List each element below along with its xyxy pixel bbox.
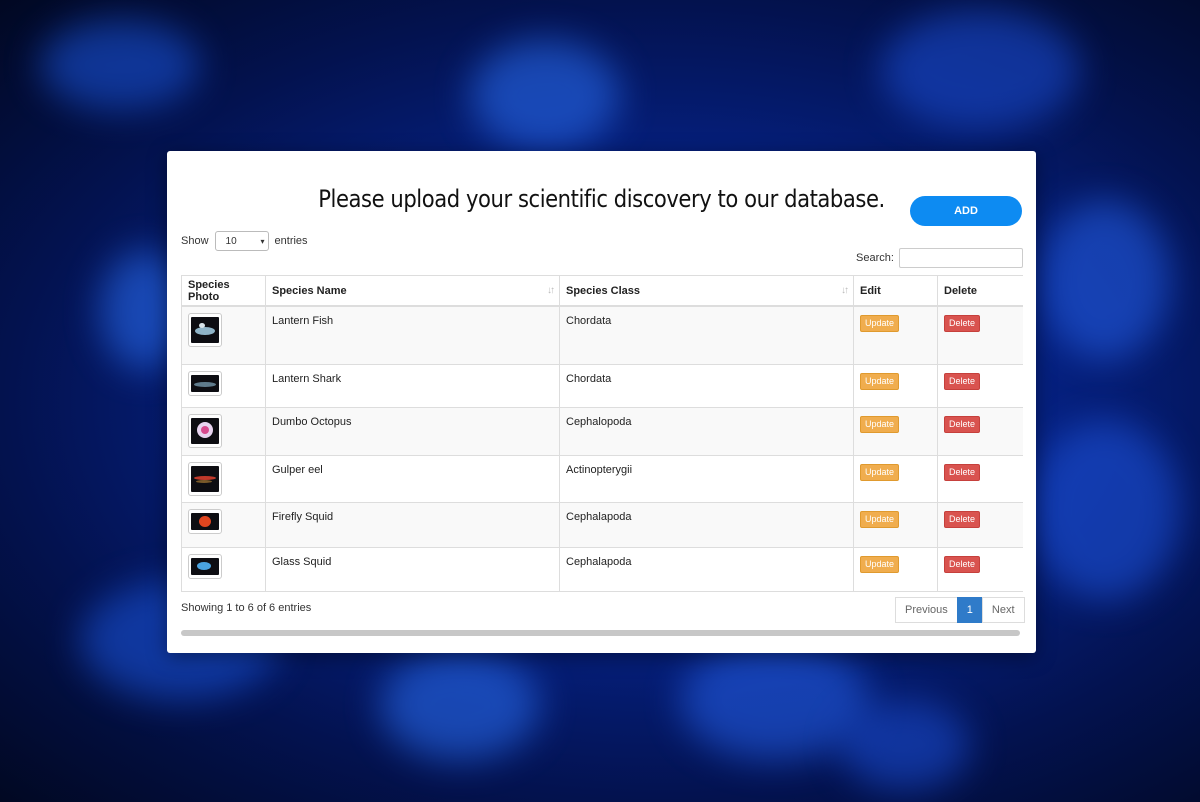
update-button[interactable]: Update bbox=[860, 372, 900, 390]
update-button[interactable]: Update bbox=[860, 510, 900, 528]
delete-button[interactable]: Delete bbox=[944, 372, 981, 390]
header-species-name[interactable]: Species Name ↓↑ bbox=[265, 275, 560, 307]
search-control: Search: bbox=[856, 248, 1023, 268]
species-class: Chordata bbox=[559, 364, 854, 408]
previous-page-button[interactable]: Previous bbox=[895, 597, 958, 623]
species-name: Lantern Fish bbox=[265, 306, 560, 365]
delete-button[interactable]: Delete bbox=[944, 315, 981, 332]
delete-button[interactable]: Delete bbox=[944, 463, 981, 481]
update-button[interactable]: Update bbox=[860, 463, 900, 481]
table-row: Firefly Squid Cephalapoda Update Delete bbox=[181, 502, 1023, 548]
species-class: Cephalapoda bbox=[559, 547, 854, 592]
next-page-button[interactable]: Next bbox=[981, 597, 1025, 623]
delete-button[interactable]: Delete bbox=[944, 510, 981, 528]
pagination: Previous 1 Next bbox=[895, 597, 1025, 623]
table-info: Showing 1 to 6 of 6 entries bbox=[181, 602, 312, 614]
species-thumbnail bbox=[188, 553, 222, 579]
table-row: Dumbo Octopus Cephalopoda Update Delete bbox=[181, 407, 1023, 456]
header-species-name-label: Species Name bbox=[272, 284, 347, 297]
search-label: Search: bbox=[856, 252, 894, 264]
entries-select-value: 10 bbox=[225, 235, 237, 247]
page-title: Please upload your scientific discovery … bbox=[318, 185, 885, 213]
show-label: Show bbox=[181, 235, 209, 247]
chevron-down-icon: ▾ bbox=[260, 236, 265, 246]
species-name: Lantern Shark bbox=[265, 364, 560, 408]
table-row: Glass Squid Cephalapoda Update Delete bbox=[181, 547, 1023, 592]
species-name: Dumbo Octopus bbox=[265, 407, 560, 456]
species-name: Glass Squid bbox=[265, 547, 560, 592]
species-class: Actinopterygii bbox=[559, 455, 854, 503]
sort-icon: ↓↑ bbox=[841, 285, 849, 296]
species-class: Cephalapoda bbox=[559, 502, 854, 548]
species-class: Chordata bbox=[559, 306, 854, 365]
species-panel: Please upload your scientific discovery … bbox=[167, 151, 1036, 653]
header-species-class-label: Species Class bbox=[566, 284, 640, 297]
entries-select[interactable]: 10 ▾ bbox=[214, 231, 269, 251]
delete-button[interactable]: Delete bbox=[944, 555, 981, 573]
header-species-class[interactable]: Species Class ↓↑ bbox=[559, 275, 854, 307]
entries-label: entries bbox=[274, 235, 308, 247]
header-species-photo: Species Photo bbox=[181, 275, 266, 307]
sort-icon: ↓↑ bbox=[547, 285, 555, 296]
table-row: Lantern Shark Chordata Update Delete bbox=[181, 364, 1023, 408]
species-thumbnail bbox=[188, 370, 222, 396]
species-name: Gulper eel bbox=[265, 455, 560, 503]
table-row: Lantern Fish Chordata Update Delete bbox=[181, 306, 1023, 365]
species-class: Cephalopoda bbox=[559, 407, 854, 456]
header-delete: Delete bbox=[937, 275, 1023, 307]
entries-length-control: Show 10 ▾ entries bbox=[181, 231, 308, 251]
update-button[interactable]: Update bbox=[860, 315, 900, 332]
table-row: Gulper eel Actinopterygii Update Delete bbox=[181, 455, 1023, 503]
table-header-row: Species Photo Species Name ↓↑ Species Cla… bbox=[181, 275, 1023, 307]
update-button[interactable]: Update bbox=[860, 555, 900, 573]
species-thumbnail bbox=[188, 461, 222, 496]
header-edit: Edit bbox=[853, 275, 938, 307]
search-input[interactable] bbox=[898, 248, 1023, 268]
page-button-1[interactable]: 1 bbox=[956, 597, 983, 623]
delete-button[interactable]: Delete bbox=[944, 415, 981, 433]
add-button[interactable]: ADD bbox=[910, 196, 1022, 226]
species-name: Firefly Squid bbox=[265, 502, 560, 548]
species-thumbnail bbox=[188, 413, 222, 448]
update-button[interactable]: Update bbox=[860, 415, 900, 433]
species-thumbnail bbox=[188, 313, 222, 347]
horizontal-scrollbar[interactable] bbox=[181, 630, 1020, 636]
species-table: Species Photo Species Name ↓↑ Species Cla… bbox=[181, 275, 1023, 592]
species-thumbnail bbox=[188, 508, 222, 534]
